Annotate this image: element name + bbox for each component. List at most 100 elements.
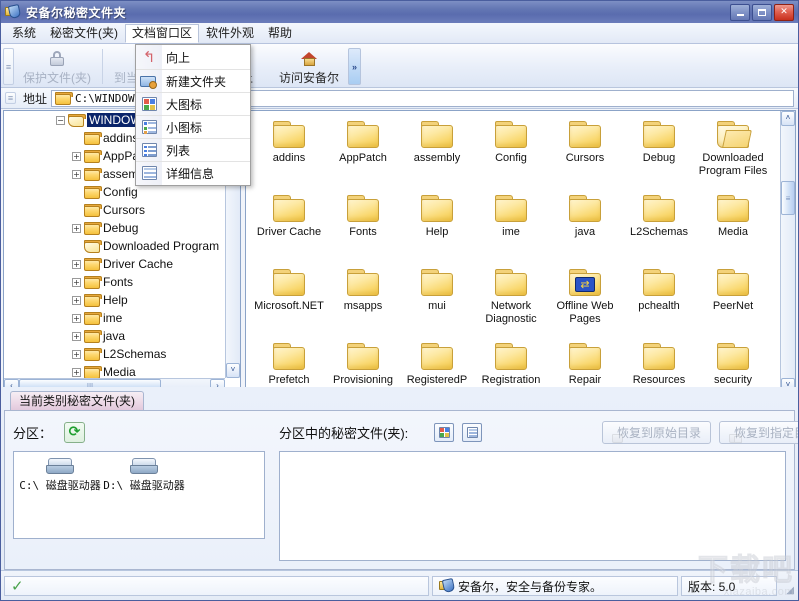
tree-item-label: Fonts — [103, 275, 134, 289]
file-list-item[interactable]: Microsoft.NET — [252, 267, 326, 341]
dropdown-item-small-icons[interactable]: 小图标 — [136, 115, 250, 138]
file-list-item-label: mui — [428, 300, 446, 312]
file-scroll-track-bottom[interactable] — [781, 215, 795, 378]
address-bar-gripper[interactable]: ≡ — [5, 92, 16, 104]
folder-icon — [643, 195, 675, 222]
tree-row[interactable]: + Help — [4, 291, 225, 309]
file-list-item[interactable]: Downloaded Program Files — [696, 119, 770, 193]
dropdown-item-large-icons[interactable]: 大图标 — [136, 92, 250, 115]
menu-item-system[interactable]: 系统 — [5, 24, 43, 43]
file-list-item-label: Debug — [642, 152, 676, 164]
folder-icon — [643, 121, 675, 148]
file-list-item[interactable]: pchealth — [622, 267, 696, 341]
file-list-item[interactable]: PeerNet — [696, 267, 770, 341]
view-large-icons-button[interactable] — [434, 422, 455, 442]
toolbar-group-protect: ≡ 保护文件(夹) — [1, 46, 99, 87]
drive-item[interactable]: D:\ 磁盘驱动器 — [102, 458, 186, 532]
address-value: C:\WINDOWS — [75, 91, 142, 105]
view-details-button[interactable] — [462, 422, 483, 442]
file-list-item[interactable]: AppPatch — [326, 119, 400, 193]
file-list-item-label: Downloaded Program Files — [698, 152, 768, 177]
file-list-item[interactable]: Driver Cache — [252, 193, 326, 267]
dropdown-item-go-up[interactable]: ↰ 向上 — [136, 46, 250, 69]
menu-item-secret-files[interactable]: 秘密文件(夹) — [43, 24, 125, 43]
file-list-item[interactable]: L2Schemas — [622, 193, 696, 267]
details-view-icon — [138, 164, 160, 183]
menu-item-document-window[interactable]: 文档窗口区 — [125, 23, 200, 43]
tree-row[interactable]: Downloaded Program — [4, 237, 225, 255]
maximize-button[interactable] — [752, 3, 772, 21]
tree-row[interactable]: + ime — [4, 309, 225, 327]
tree-expander-icon[interactable]: + — [72, 169, 81, 179]
file-list-item[interactable]: assembly — [400, 119, 474, 193]
tree-expander-icon[interactable]: + — [72, 277, 81, 287]
address-bar: ≡ 地址 C:\WINDOWS — [1, 88, 798, 109]
tree-row[interactable]: + Debug — [4, 219, 225, 237]
tree-expander-icon[interactable]: + — [72, 331, 81, 341]
restore-to-original-dir-button[interactable]: 恢复到原始目录 — [601, 420, 711, 444]
file-list-item[interactable]: addins — [252, 119, 326, 193]
file-list-item[interactable]: ime — [474, 193, 548, 267]
tree-row[interactable]: + java — [4, 327, 225, 345]
dropdown-item-list[interactable]: 列表 — [136, 138, 250, 161]
protect-file-button[interactable]: 保护文件(夹) — [15, 46, 99, 87]
tree-row[interactable]: + L2Schemas — [4, 345, 225, 363]
tree-expander-icon[interactable]: − — [56, 115, 65, 125]
visit-site-label: 访问安备尔 — [279, 70, 340, 85]
tree-row[interactable]: + Media — [4, 363, 225, 378]
file-list-item[interactable]: Network Diagnostic — [474, 267, 548, 341]
file-list-item[interactable]: java — [548, 193, 622, 267]
drive-item[interactable]: C:\ 磁盘驱动器 — [18, 458, 102, 532]
file-list-vertical-scrollbar[interactable]: ˄ ≡ ˅ — [780, 111, 795, 393]
folder-icon — [347, 343, 379, 370]
file-scroll-thumb[interactable]: ≡ — [781, 181, 795, 215]
file-list-item[interactable]: Cursors — [548, 119, 622, 193]
file-list-item[interactable]: Config — [474, 119, 548, 193]
tree-expander-icon[interactable]: + — [72, 259, 81, 269]
file-list-item[interactable]: ⇄ Offline Web Pages — [548, 267, 622, 341]
file-list-item[interactable]: Debug — [622, 119, 696, 193]
folder-icon — [421, 343, 453, 370]
toolbar-gripper[interactable]: ≡ — [3, 48, 14, 85]
scroll-down-arrow-icon[interactable]: ˅ — [226, 363, 240, 378]
close-button[interactable]: ✕ — [774, 3, 794, 21]
file-list-item[interactable]: Help — [400, 193, 474, 267]
file-list-item-label: Microsoft.NET — [254, 300, 324, 312]
file-list-item-label: RegisteredP — [406, 374, 468, 386]
restore-to-specified-dir-button[interactable]: 恢复到指定目录 — [718, 420, 798, 444]
tree-row[interactable]: + Fonts — [4, 273, 225, 291]
minimize-button[interactable] — [730, 3, 750, 21]
file-scroll-track-top[interactable] — [781, 126, 795, 181]
visit-site-button[interactable]: 访问安备尔 — [271, 46, 347, 87]
tree-row[interactable]: + Driver Cache — [4, 255, 225, 273]
tree-expander-icon[interactable]: + — [72, 295, 81, 305]
dropdown-item-details[interactable]: 详细信息 — [136, 161, 250, 184]
refresh-icon[interactable]: ⟳ — [64, 421, 86, 443]
tree-expander-icon[interactable]: + — [72, 313, 81, 323]
secret-files-list[interactable] — [279, 451, 786, 561]
restore-to-specified-dir-label: 恢复到指定目录 — [733, 425, 798, 440]
tree-row[interactable]: Cursors — [4, 201, 225, 219]
tab-current-category-secret-files[interactable]: 当前类别秘密文件(夹) — [10, 391, 144, 410]
tree-expander-icon[interactable]: + — [72, 367, 81, 377]
tree-expander-icon[interactable]: + — [72, 349, 81, 359]
partition-label: 分区： — [13, 425, 53, 441]
file-list-item-label: AppPatch — [339, 152, 387, 164]
resize-grip-icon[interactable]: ◢ — [780, 585, 794, 596]
scroll-up-arrow-icon[interactable]: ˄ — [781, 111, 795, 126]
file-list-item[interactable]: Media — [696, 193, 770, 267]
menu-item-help[interactable]: 帮助 — [261, 24, 299, 43]
partition-header: 分区： ⟳ — [13, 419, 265, 445]
folder-icon — [84, 275, 102, 289]
file-list-item[interactable]: mui — [400, 267, 474, 341]
file-list-item[interactable]: msapps — [326, 267, 400, 341]
menu-item-appearance[interactable]: 软件外观 — [199, 24, 261, 43]
file-list-pane: addins AppPatch assembly Config Cursors Debug… — [245, 110, 796, 394]
tree-expander-icon[interactable]: + — [72, 151, 81, 161]
tree-expander-icon[interactable]: + — [72, 223, 81, 233]
toolbar-overflow-chevron-2[interactable]: » — [348, 48, 362, 85]
dropdown-item-new-folder[interactable]: 新建文件夹 — [136, 69, 250, 92]
folder-icon — [55, 91, 74, 105]
file-list-item[interactable]: Fonts — [326, 193, 400, 267]
